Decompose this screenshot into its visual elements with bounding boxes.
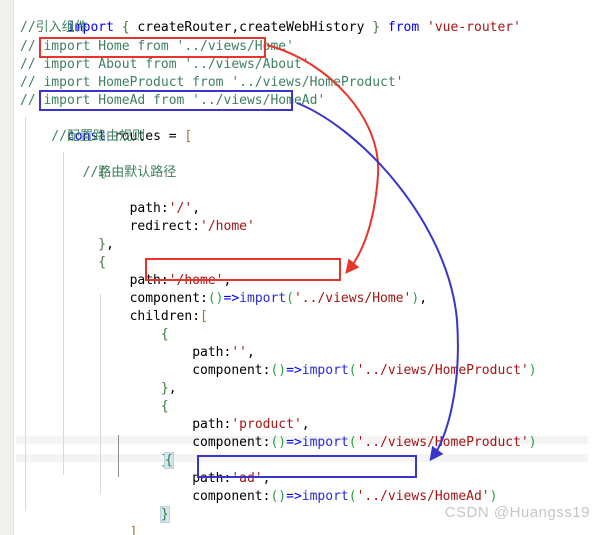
code-line: component:()=>import('../views/HomeProdu… — [66, 362, 537, 378]
code-line: // import HomeAd from '../views/HomeAd' — [20, 93, 326, 108]
code-line: import { createRouter,createWebHistory }… — [66, 19, 521, 35]
code-line: component:()=>import('../views/HomeAd') — [66, 488, 498, 504]
code-area[interactable]: import { createRouter,createWebHistory }… — [0, 0, 604, 535]
code-line: ] — [129, 524, 138, 535]
code-line: path:'', — [66, 344, 255, 360]
code-line: }, — [160, 380, 177, 396]
code-line: { — [160, 326, 169, 342]
code-line: path:'/', — [66, 200, 201, 216]
code-line: } — [159, 505, 170, 523]
code-line: const routes = [ — [66, 128, 193, 144]
code-line: path:'/home', — [66, 272, 232, 288]
screenshot-root: import { createRouter,createWebHistory }… — [0, 0, 604, 535]
code-line: // import Home from '../views/Home' — [20, 39, 294, 54]
code-line: { — [98, 254, 107, 270]
code-line: // import About from '../views/About' — [20, 57, 310, 72]
code-line: //引入组件 — [20, 20, 88, 35]
code-line: // import HomeProduct from '../views/Hom… — [20, 75, 404, 90]
code-line: }, — [20, 524, 114, 535]
code-line: { — [163, 451, 174, 469]
code-line: //配置路由规则 — [20, 129, 145, 144]
code-line: path:'ad', — [66, 470, 271, 486]
code-line: component:()=>import('../views/Home'), — [66, 290, 428, 306]
code-line: children:[ — [66, 308, 208, 324]
code-line: component:()=>import('../views/HomeProdu… — [66, 434, 537, 450]
watermark-text: CSDN @Huangss19 — [444, 504, 590, 521]
code-line: { — [160, 398, 169, 414]
code-line: redirect:'/home' — [66, 218, 255, 234]
code-line: //路由默认路径 — [20, 165, 177, 180]
code-line: { — [98, 164, 107, 180]
code-line: }, — [98, 236, 114, 252]
code-line: path:'product', — [66, 416, 310, 432]
